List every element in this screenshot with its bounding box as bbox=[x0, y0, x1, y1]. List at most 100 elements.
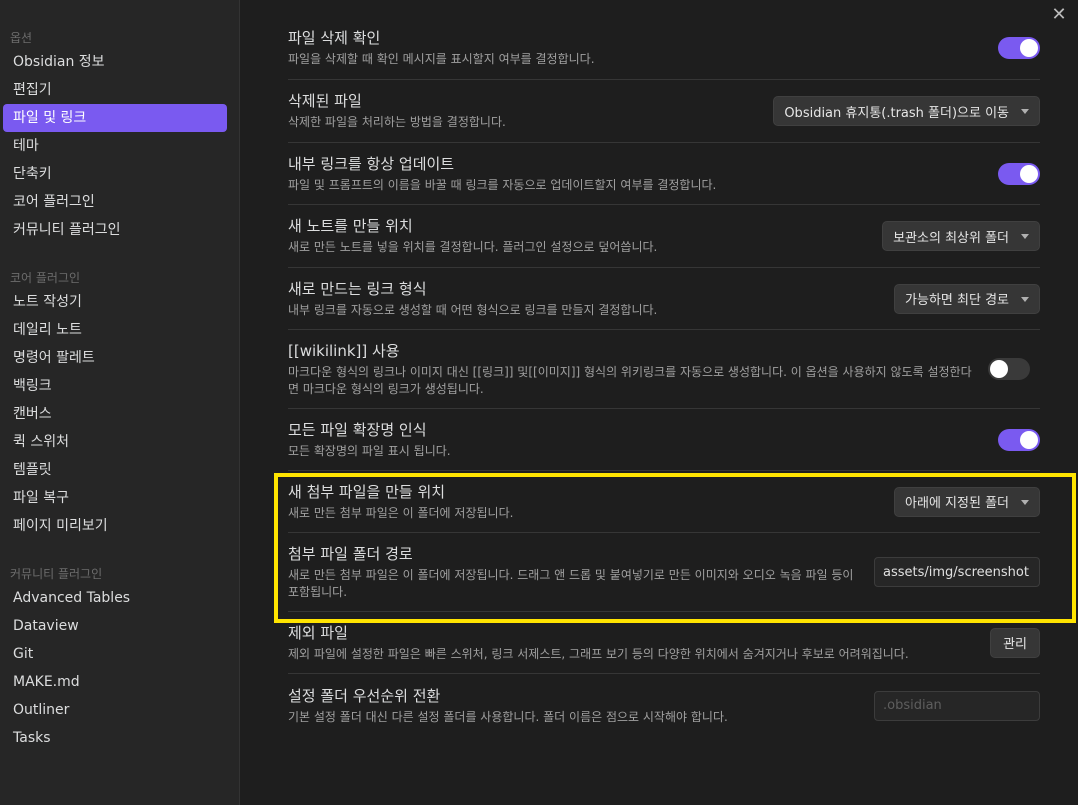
sidebar-item-템플릿[interactable]: 템플릿 bbox=[3, 456, 227, 484]
sidebar-item-데일리-노트[interactable]: 데일리 노트 bbox=[3, 316, 227, 344]
setting-control: 아래에 지정된 폴더 bbox=[894, 486, 1040, 517]
setting-info: 제외 파일제외 파일에 설정한 파일은 빠른 스위처, 링크 서제스트, 그래프… bbox=[288, 623, 990, 663]
setting-description: 기본 설정 폴더 대신 다른 설정 폴더를 사용합니다. 폴더 이름은 점으로 … bbox=[288, 709, 728, 724]
setting-title: 새 노트를 만들 위치 bbox=[288, 217, 413, 235]
setting-description: 새로 만든 첨부 파일은 이 폴더에 저장됩니다. 드래그 앤 드롭 및 붙여넣… bbox=[288, 567, 854, 599]
setting-title: 설정 폴더 우선순위 전환 bbox=[288, 686, 441, 705]
sidebar-item-캔버스[interactable]: 캔버스 bbox=[3, 400, 227, 428]
sidebar-item-코어-플러그인[interactable]: 코어 플러그인 bbox=[3, 188, 227, 216]
sidebar-item-make-md[interactable]: MAKE.md bbox=[3, 668, 227, 696]
chevron-down-icon bbox=[1021, 234, 1029, 239]
manage-button[interactable]: 관리 bbox=[990, 627, 1040, 658]
setting-control bbox=[874, 690, 1040, 721]
setting-dropdown[interactable]: 가능하면 최단 경로 bbox=[894, 283, 1040, 314]
sidebar-item-커뮤니티-플러그인[interactable]: 커뮤니티 플러그인 bbox=[3, 216, 227, 244]
setting-info: 첨부 파일 폴더 경로새로 만든 첨부 파일은 이 폴더에 저장됩니다. 드래그… bbox=[288, 544, 874, 601]
setting-dropdown[interactable]: Obsidian 휴지통(.trash 폴더)으로 이동 bbox=[773, 96, 1040, 126]
setting-control: 가능하면 최단 경로 bbox=[894, 283, 1040, 314]
setting-row: [[wikilink]] 사용마크다운 형식의 링크나 이미지 대신 [[링크]… bbox=[288, 330, 1040, 409]
setting-title: 모든 파일 확장명 인식 bbox=[288, 420, 427, 439]
sidebar-item-git[interactable]: Git bbox=[3, 640, 227, 668]
setting-info: [[wikilink]] 사용마크다운 형식의 링크나 이미지 대신 [[링크]… bbox=[288, 341, 988, 398]
setting-title: 첨부 파일 폴더 경로 bbox=[288, 544, 413, 563]
sidebar-item-tasks[interactable]: Tasks bbox=[3, 724, 227, 752]
setting-row: 삭제된 파일삭제한 파일을 처리하는 방법을 결정합니다. Obsidian 휴지… bbox=[288, 80, 1040, 143]
setting-info: 새 첨부 파일을 만들 위치 새로 만든 첨부 파일은 이 폴더에 저장됩니다. bbox=[288, 482, 894, 522]
setting-control bbox=[998, 37, 1040, 59]
setting-row: 파일 삭제 확인파일을 삭제할 때 확인 메시지를 표시할지 여부를 결정합니다… bbox=[288, 17, 1040, 80]
setting-info: 삭제된 파일삭제한 파일을 처리하는 방법을 결정합니다. bbox=[288, 91, 773, 131]
sidebar-item-편집기[interactable]: 편집기 bbox=[3, 76, 227, 104]
setting-title: 내부 링크를 항상 업데이트 bbox=[288, 154, 455, 173]
sidebar-item-obsidian-정보[interactable]: Obsidian 정보 bbox=[3, 48, 227, 76]
setting-text-input[interactable] bbox=[874, 557, 1040, 587]
setting-title: 삭제된 파일 bbox=[288, 92, 362, 110]
setting-info: 설정 폴더 우선순위 전환기본 설정 폴더 대신 다른 설정 폴더를 사용합니다… bbox=[288, 686, 874, 726]
setting-description: 새로 만든 첨부 파일은 이 폴더에 저장됩니다. bbox=[288, 505, 514, 520]
toggle-knob bbox=[1020, 164, 1038, 183]
sidebar-item-advanced-tables[interactable]: Advanced Tables bbox=[3, 584, 227, 612]
setting-control bbox=[998, 428, 1040, 451]
setting-title: 파일 삭제 확인 bbox=[288, 29, 381, 47]
sidebar-item-outliner[interactable]: Outliner bbox=[3, 696, 227, 724]
setting-title: 제외 파일 bbox=[288, 623, 348, 642]
setting-control bbox=[874, 557, 1040, 587]
setting-dropdown[interactable]: 아래에 지정된 폴더 bbox=[894, 486, 1040, 517]
setting-toggle[interactable] bbox=[988, 358, 1030, 380]
setting-title: [[wikilink]] 사용 bbox=[288, 341, 400, 360]
setting-description: 새로 만든 노트를 넣을 위치를 결정합니다. 플러그인 설정으로 덮어씁니다. bbox=[288, 240, 658, 254]
sidebar-item-파일-및-링크[interactable]: 파일 및 링크 bbox=[3, 104, 227, 132]
settings-content: 파일 삭제 확인파일을 삭제할 때 확인 메시지를 표시할지 여부를 결정합니다… bbox=[288, 17, 1040, 737]
setting-info: 새로 만드는 링크 형식내부 링크를 자동으로 생성할 때 어떤 형식으로 링크… bbox=[288, 279, 894, 319]
setting-title: 새로 만드는 링크 형식 bbox=[288, 279, 427, 298]
sidebar-item-단축키[interactable]: 단축키 bbox=[3, 160, 227, 188]
close-icon[interactable]: ✕ bbox=[1048, 4, 1070, 26]
setting-control: Obsidian 휴지통(.trash 폴더)으로 이동 bbox=[773, 96, 1040, 126]
setting-toggle[interactable] bbox=[998, 37, 1040, 59]
sidebar-heading: 커뮤니티 플러그인 bbox=[10, 567, 103, 581]
setting-dropdown[interactable]: 보관소의 최상위 폴더 bbox=[882, 221, 1040, 251]
setting-control bbox=[998, 162, 1040, 185]
dropdown-value: 가능하면 최단 경로 bbox=[905, 293, 1009, 308]
dropdown-value: 보관소의 최상위 폴더 bbox=[893, 230, 1009, 246]
dropdown-value: 아래에 지정된 폴더 bbox=[905, 496, 1009, 511]
sidebar-item-명령어-팔레트[interactable]: 명령어 팔레트 bbox=[3, 344, 227, 372]
sidebar-heading: 코어 플러그인 bbox=[10, 271, 81, 285]
chevron-down-icon bbox=[1021, 296, 1029, 302]
toggle-knob bbox=[1020, 430, 1038, 449]
setting-row: 새 첨부 파일을 만들 위치 새로 만든 첨부 파일은 이 폴더에 저장됩니다. 아… bbox=[288, 471, 1040, 533]
setting-info: 새 노트를 만들 위치새로 만든 노트를 넣을 위치를 결정합니다. 플러그인 … bbox=[288, 216, 882, 256]
setting-control: 관리 bbox=[990, 627, 1040, 658]
setting-toggle[interactable] bbox=[998, 428, 1040, 451]
setting-row: 모든 파일 확장명 인식 모든 확장명의 파일 표시 됩니다. bbox=[288, 409, 1040, 471]
sidebar-item-dataview[interactable]: Dataview bbox=[3, 612, 227, 640]
setting-row: 첨부 파일 폴더 경로새로 만든 첨부 파일은 이 폴더에 저장됩니다. 드래그… bbox=[288, 533, 1040, 612]
toggle-knob bbox=[990, 360, 1008, 378]
sidebar-heading: 옵션 bbox=[10, 31, 33, 45]
sidebar-item-퀵-스위처[interactable]: 퀵 스위처 bbox=[3, 428, 227, 456]
setting-toggle[interactable] bbox=[998, 162, 1040, 185]
toggle-knob bbox=[1020, 39, 1038, 57]
sidebar-item-백링크[interactable]: 백링크 bbox=[3, 372, 227, 400]
setting-info: 파일 삭제 확인파일을 삭제할 때 확인 메시지를 표시할지 여부를 결정합니다… bbox=[288, 28, 998, 68]
sidebar-item-테마[interactable]: 테마 bbox=[3, 132, 227, 160]
setting-info: 내부 링크를 항상 업데이트파일 및 프롬프트의 이름을 바꿀 때 링크를 자동… bbox=[288, 154, 998, 194]
setting-row: 새로 만드는 링크 형식내부 링크를 자동으로 생성할 때 어떤 형식으로 링크… bbox=[288, 268, 1040, 330]
sidebar-item-노트-작성기[interactable]: 노트 작성기 bbox=[3, 288, 227, 316]
setting-description: 내부 링크를 자동으로 생성할 때 어떤 형식으로 링크를 만들지 결정합니다. bbox=[288, 302, 658, 317]
setting-description: 파일을 삭제할 때 확인 메시지를 표시할지 여부를 결정합니다. bbox=[288, 52, 595, 66]
sidebar-item-파일-복구[interactable]: 파일 복구 bbox=[3, 484, 227, 512]
setting-description: 삭제한 파일을 처리하는 방법을 결정합니다. bbox=[288, 115, 506, 129]
setting-row: 설정 폴더 우선순위 전환기본 설정 폴더 대신 다른 설정 폴더를 사용합니다… bbox=[288, 674, 1040, 737]
setting-row: 새 노트를 만들 위치새로 만든 노트를 넣을 위치를 결정합니다. 플러그인 … bbox=[288, 205, 1040, 268]
dropdown-value: Obsidian 휴지통(.trash 폴더)으로 이동 bbox=[784, 105, 1009, 121]
chevron-down-icon bbox=[1021, 109, 1029, 114]
setting-description: 파일 및 프롬프트의 이름을 바꿀 때 링크를 자동으로 업데이트할지 여부를 … bbox=[288, 177, 717, 192]
setting-description: 제외 파일에 설정한 파일은 빠른 스위처, 링크 서제스트, 그래프 보기 등… bbox=[288, 646, 909, 661]
setting-control: 보관소의 최상위 폴더 bbox=[882, 221, 1040, 251]
setting-description: 마크다운 형식의 링크나 이미지 대신 [[링크]] 및[[이미지]] 형식의 … bbox=[288, 364, 972, 396]
setting-row: 제외 파일제외 파일에 설정한 파일은 빠른 스위처, 링크 서제스트, 그래프… bbox=[288, 612, 1040, 674]
setting-text-input[interactable] bbox=[874, 690, 1040, 721]
sidebar-item-페이지-미리보기[interactable]: 페이지 미리보기 bbox=[3, 512, 227, 540]
setting-control bbox=[988, 358, 1030, 380]
